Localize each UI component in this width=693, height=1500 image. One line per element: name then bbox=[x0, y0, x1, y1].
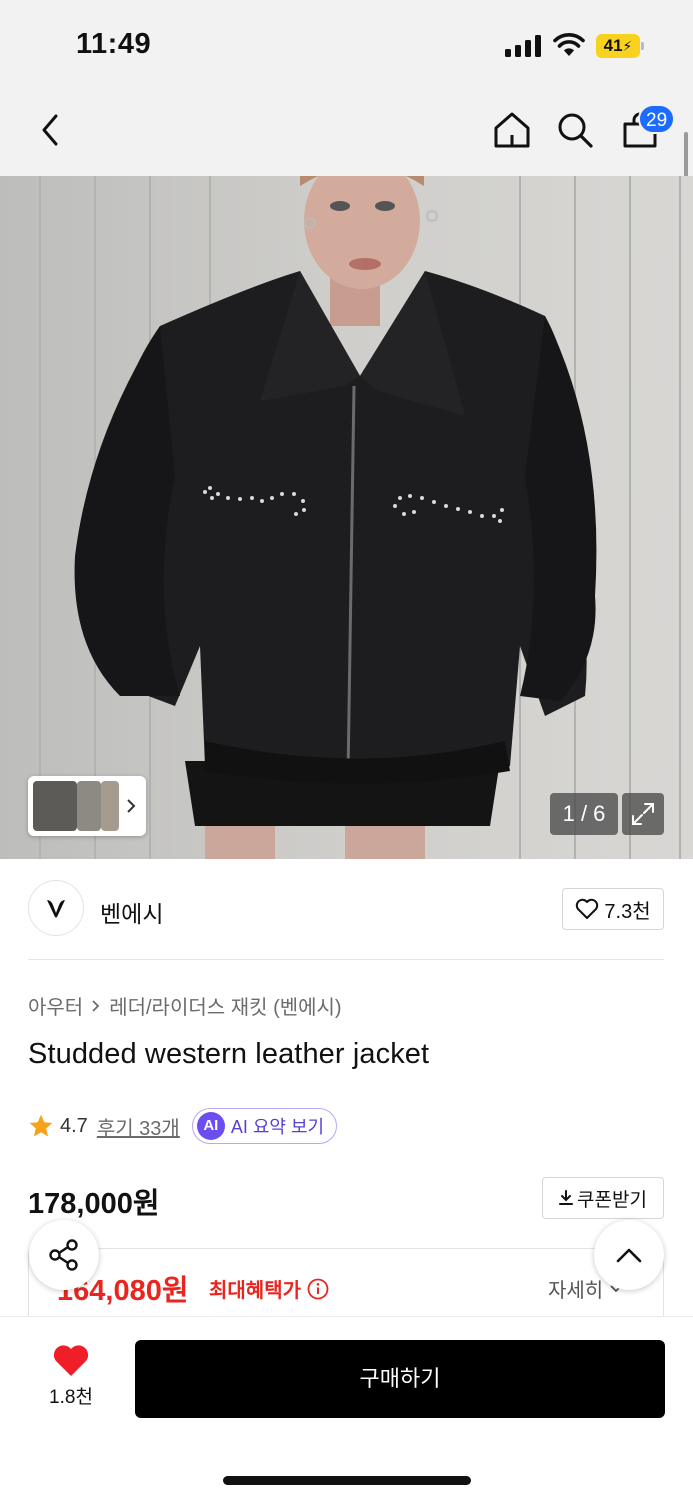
brand-logo-mark bbox=[47, 900, 65, 918]
nav-bar bbox=[0, 90, 693, 176]
chevron-right-icon bbox=[92, 999, 100, 1012]
review-link[interactable]: 후기 33개 bbox=[97, 1112, 180, 1141]
benefit-detail-label: 자세히 bbox=[548, 1280, 604, 1302]
ai-summary-button[interactable]: AI AI 요약 보기 bbox=[191, 1108, 338, 1144]
cart-count-badge: 29 bbox=[638, 104, 676, 134]
back-button[interactable] bbox=[28, 108, 72, 152]
product-photo bbox=[0, 176, 693, 859]
chevron-up-icon bbox=[616, 1248, 642, 1263]
thumbnail-3[interactable] bbox=[101, 781, 119, 831]
divider bbox=[28, 959, 664, 960]
buy-button[interactable]: 구매하기 bbox=[135, 1340, 665, 1418]
coupon-button[interactable]: 쿠폰받기 bbox=[542, 1177, 664, 1219]
brand-name[interactable]: 벤에시 bbox=[100, 895, 163, 929]
rating-value: 4.7 bbox=[60, 1114, 88, 1137]
heart-outline-icon bbox=[576, 898, 599, 919]
product-price: 178,000원 bbox=[28, 1188, 160, 1220]
breadcrumb: 아우터 레더/라이더스 재킷 (벤에시) bbox=[28, 991, 342, 1020]
image-counter: 1 / 6 bbox=[550, 793, 618, 835]
share-icon bbox=[49, 1239, 78, 1271]
chevron-left-icon bbox=[42, 114, 58, 146]
home-icon bbox=[494, 112, 530, 148]
battery-icon: 41⚡ bbox=[596, 34, 644, 58]
status-bar: 11:49 41⚡ bbox=[0, 0, 693, 90]
breadcrumb-category[interactable]: 아우터 bbox=[28, 991, 83, 1020]
brand-logo[interactable] bbox=[28, 880, 84, 936]
product-title: Studded western leather jacket bbox=[28, 1038, 430, 1070]
info-icon[interactable] bbox=[307, 1278, 329, 1300]
wishlist-button[interactable]: 1.8천 bbox=[30, 1344, 112, 1416]
max-benefit-text: 최대혜택가 bbox=[209, 1280, 301, 1302]
download-icon bbox=[559, 1190, 574, 1205]
image-thumbnail-strip[interactable] bbox=[28, 776, 146, 836]
home-indicator bbox=[223, 1476, 471, 1485]
expand-icon bbox=[632, 803, 654, 825]
thumbnail-2[interactable] bbox=[77, 781, 101, 831]
brand-like-button[interactable]: 7.3천 bbox=[562, 888, 664, 930]
product-image[interactable] bbox=[0, 176, 693, 859]
ai-summary-label: AI 요약 보기 bbox=[230, 1117, 325, 1137]
heart-filled-icon bbox=[53, 1345, 89, 1376]
search-icon bbox=[558, 113, 593, 148]
home-button[interactable] bbox=[490, 108, 534, 152]
breadcrumb-subcategory[interactable]: 레더/라이더스 재킷 (벤에시) bbox=[109, 991, 341, 1020]
wishlist-count: 1.8천 bbox=[49, 1387, 93, 1408]
max-benefit-label: 최대혜택가 bbox=[209, 1274, 329, 1303]
ai-badge: AI bbox=[196, 1112, 225, 1140]
brand-like-count: 7.3천 bbox=[604, 900, 651, 923]
status-time: 11:49 bbox=[76, 28, 152, 60]
star-icon bbox=[29, 1114, 53, 1137]
search-button[interactable] bbox=[553, 108, 597, 152]
thumbnail-1[interactable] bbox=[33, 781, 77, 831]
chevron-right-icon bbox=[127, 799, 136, 813]
share-button[interactable] bbox=[29, 1220, 99, 1290]
rating-row: 4.7 후기 33개 AI AI 요약 보기 bbox=[28, 1108, 338, 1144]
wifi-icon bbox=[553, 33, 585, 56]
signal-icon bbox=[505, 35, 543, 57]
scroll-top-button[interactable] bbox=[594, 1220, 664, 1290]
expand-button[interactable] bbox=[622, 793, 664, 835]
coupon-label: 쿠폰받기 bbox=[577, 1189, 647, 1211]
battery-level: 41 bbox=[603, 36, 623, 55]
